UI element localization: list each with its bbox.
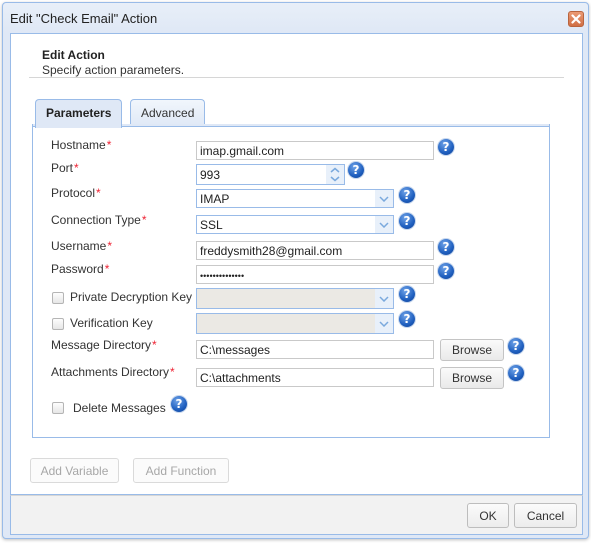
close-icon <box>571 14 581 24</box>
title-bar[interactable]: Edit "Check Email" Action <box>3 3 588 33</box>
password-input[interactable]: •••••••••••••• <box>196 265 434 284</box>
username-label: Username* <box>51 239 113 253</box>
username-input[interactable] <box>196 241 434 260</box>
tab-advanced[interactable]: Advanced <box>130 99 206 127</box>
help-icon[interactable]: ? <box>508 338 524 354</box>
attachments-directory-label: Attachments Directory* <box>51 365 175 379</box>
hostname-input[interactable] <box>196 141 434 160</box>
parameters-panel: Hostname* ? Port* 993 ? Protocol* IMAP <box>32 126 550 438</box>
help-icon[interactable]: ? <box>399 286 415 302</box>
password-label: Password* <box>51 262 110 276</box>
hostname-label: Hostname* <box>51 138 112 152</box>
ok-button[interactable]: OK <box>467 503 509 528</box>
message-directory-label: Message Directory* <box>51 338 157 352</box>
dropdown-trigger[interactable] <box>375 289 393 308</box>
protocol-label: Protocol* <box>51 186 101 200</box>
port-value: 993 <box>200 168 221 182</box>
help-icon[interactable]: ? <box>438 239 454 255</box>
chevron-down-icon <box>379 221 389 228</box>
dialog-body: Edit Action Specify action parameters. P… <box>10 33 583 495</box>
delete-messages-label: Delete Messages <box>73 401 166 415</box>
port-stepper[interactable]: 993 <box>196 164 345 185</box>
help-icon[interactable]: ? <box>399 311 415 327</box>
connection-type-label: Connection Type* <box>51 213 147 227</box>
help-icon[interactable]: ? <box>399 213 415 229</box>
help-icon[interactable]: ? <box>438 139 454 155</box>
protocol-value: IMAP <box>200 192 230 206</box>
verification-key-label: Verification Key <box>70 316 153 330</box>
attachments-directory-input[interactable] <box>196 368 434 387</box>
dialog-footer: OK Cancel <box>10 495 583 535</box>
help-icon[interactable]: ? <box>438 263 454 279</box>
dropdown-trigger[interactable] <box>375 190 393 207</box>
chevron-down-icon <box>379 195 389 202</box>
browse-message-directory-button[interactable]: Browse <box>440 339 504 361</box>
private-decryption-key-label: Private Decryption Key <box>70 290 193 304</box>
help-icon[interactable]: ? <box>399 187 415 203</box>
help-icon[interactable]: ? <box>508 365 524 381</box>
dropdown-trigger[interactable] <box>375 216 393 233</box>
add-function-button[interactable]: Add Function <box>133 458 229 483</box>
spinner-arrows-icon <box>330 167 340 182</box>
dialog-title: Edit "Check Email" Action <box>10 11 158 26</box>
add-variable-button[interactable]: Add Variable <box>30 458 119 483</box>
protocol-select[interactable]: IMAP <box>196 189 394 208</box>
close-button[interactable] <box>568 11 584 27</box>
port-spinner[interactable] <box>326 165 344 184</box>
chevron-down-icon <box>379 320 389 327</box>
password-mask: •••••••••••••• <box>200 271 245 281</box>
help-icon[interactable]: ? <box>171 396 187 412</box>
help-icon[interactable]: ? <box>348 162 364 178</box>
port-label: Port* <box>51 161 79 175</box>
private-decryption-key-checkbox[interactable] <box>52 292 64 304</box>
connection-type-value: SSL <box>200 218 223 232</box>
verification-key-checkbox[interactable] <box>52 318 64 330</box>
chevron-down-icon <box>379 295 389 302</box>
browse-attachments-directory-button[interactable]: Browse <box>440 367 504 389</box>
section-subtitle: Specify action parameters. <box>42 63 185 77</box>
section-title: Edit Action <box>42 48 105 62</box>
divider <box>29 77 564 78</box>
edit-action-dialog: Edit "Check Email" Action Edit Action Sp… <box>2 2 589 539</box>
tab-parameters[interactable]: Parameters <box>35 99 123 128</box>
message-directory-input[interactable] <box>196 340 434 359</box>
verification-key-select[interactable] <box>196 313 394 334</box>
dropdown-trigger[interactable] <box>375 314 393 333</box>
connection-type-select[interactable]: SSL <box>196 215 394 234</box>
private-decryption-key-select[interactable] <box>196 288 394 309</box>
cancel-button[interactable]: Cancel <box>514 503 577 528</box>
delete-messages-checkbox[interactable] <box>52 402 64 414</box>
